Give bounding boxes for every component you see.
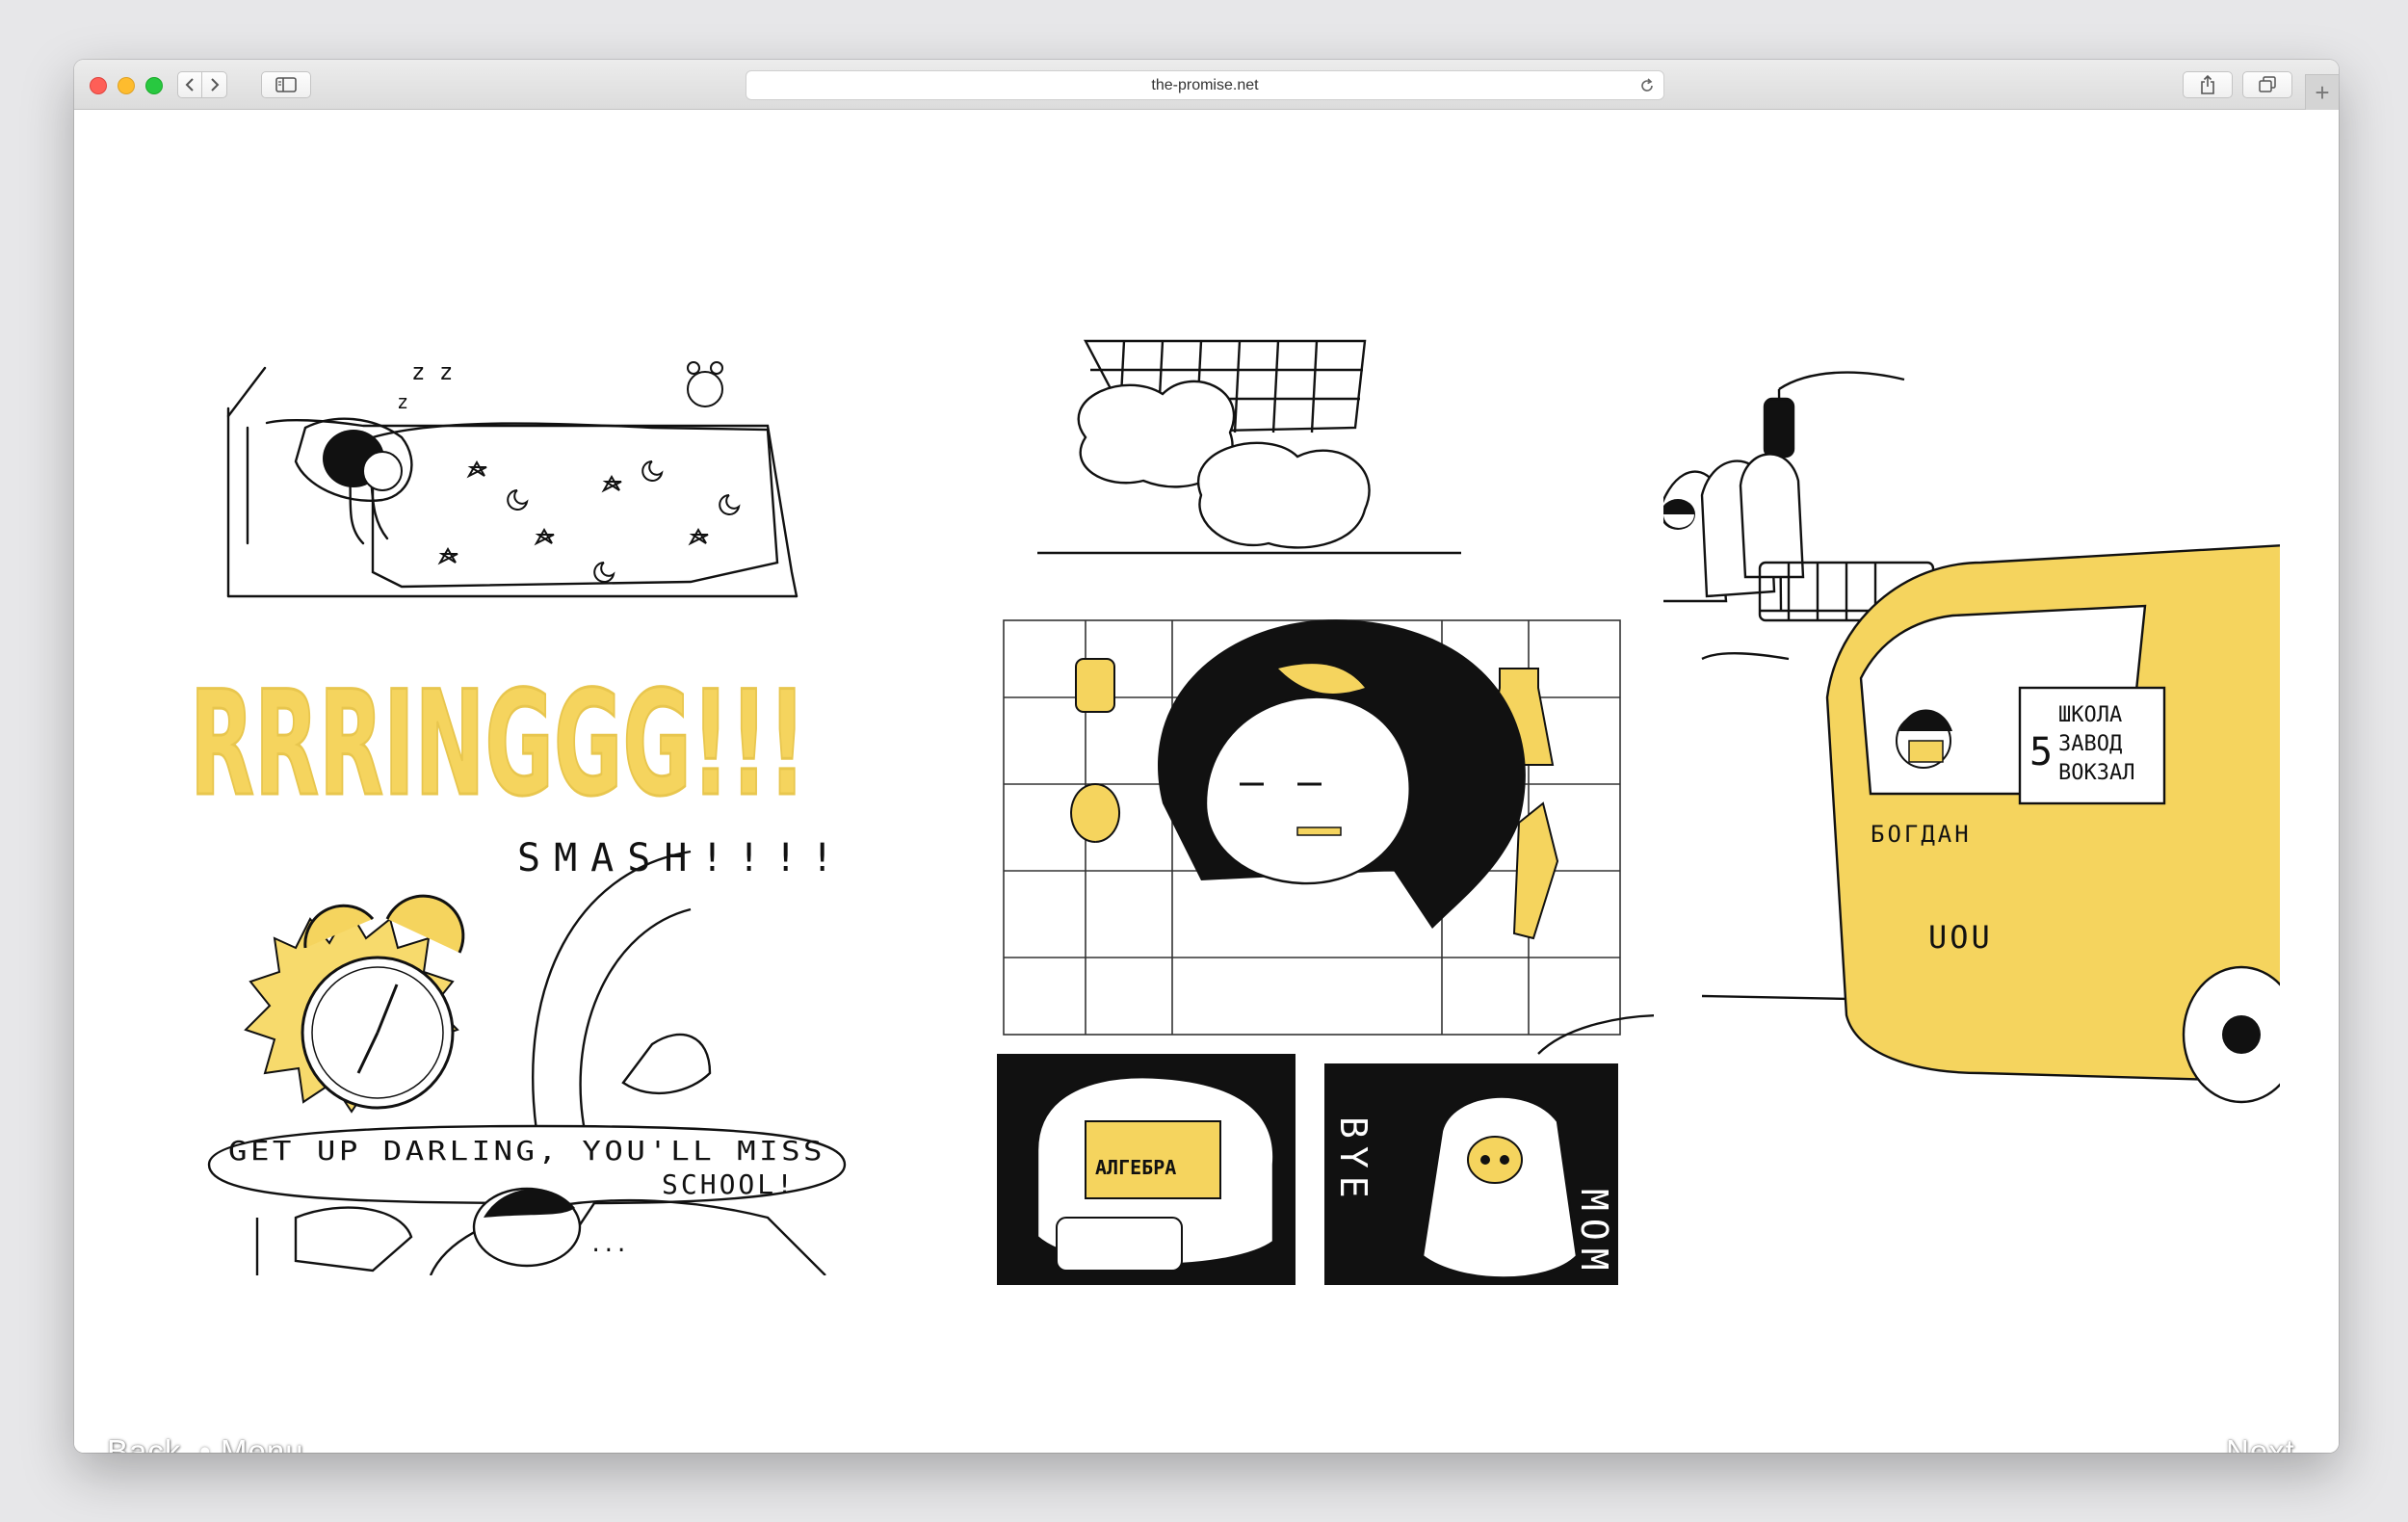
close-window-button[interactable] (90, 77, 107, 94)
comic-panel-wakeup: z z z RRRINGGG!!! SMASH!!!! GET UP DARLI (189, 358, 848, 1275)
blanket-pattern (437, 459, 741, 583)
show-tabs-button[interactable] (2242, 71, 2292, 98)
svg-text:z z: z z (411, 358, 453, 385)
forward-chevron-icon (210, 78, 219, 92)
share-button[interactable] (2183, 71, 2233, 98)
minimize-window-button[interactable] (118, 77, 135, 94)
nav-separator: • (199, 1433, 211, 1453)
reload-icon[interactable] (1638, 77, 1656, 94)
algebra-book-label: АЛГЕБРА (1095, 1156, 1176, 1179)
url-text: the-promise.net (1151, 77, 1259, 93)
comic-panel-morning: АЛГЕБРА BYE MOM! (997, 339, 1654, 1285)
sidebar-toggle-button[interactable] (261, 71, 311, 98)
browser-window: the-promise.net + z z z RRRINGGG!!! SMAS… (74, 60, 2339, 1453)
new-tab-button[interactable]: + (2305, 74, 2339, 110)
sidebar-icon (275, 77, 297, 92)
ringing-alarm-clock (244, 894, 465, 1114)
zoom-window-button[interactable] (145, 77, 163, 94)
back-link[interactable]: Back (107, 1433, 181, 1453)
route-line-2: ЗАВОД (2058, 732, 2122, 756)
next-link[interactable]: Next (2226, 1433, 2295, 1453)
address-bar[interactable]: the-promise.net (746, 70, 1664, 100)
backpack-handed (1421, 1095, 1579, 1279)
menu-link[interactable]: Menu (221, 1433, 304, 1453)
ellipsis-text: ... (589, 1233, 628, 1257)
route-line-1: ШКОЛА (2058, 703, 2122, 727)
share-icon (2201, 74, 2214, 94)
bus-name-text: БОГДАН (1871, 821, 1972, 848)
towel (1512, 801, 1559, 940)
mom-text: MOM! (1573, 1189, 1615, 1285)
soap-bar (1075, 658, 1115, 713)
tabs-icon (2259, 76, 2276, 92)
speech-line-2: SCHOOL! (662, 1168, 796, 1200)
bye-text-b: BYE (1332, 1116, 1374, 1206)
svg-text:z: z (397, 390, 408, 413)
browser-toolbar: the-promise.net + (74, 60, 2339, 110)
hairbrush (1070, 783, 1120, 843)
speech-line-1: GET UP DARLING, YOU'LL MISS (228, 1135, 825, 1167)
sound-effect-text: RRRINGGG!!! (190, 661, 806, 828)
route-number: 5 (2029, 730, 2053, 774)
bed-illustration (226, 366, 798, 598)
alarm-clock-small (687, 361, 723, 407)
comic-panel-bus: 5 ШКОЛА ЗАВОД ВОКЗАЛ БОГДАН UOU (1663, 371, 2280, 1104)
route-line-3: ВОКЗАЛ (2058, 761, 2134, 785)
back-chevron-icon (185, 78, 194, 92)
forward-nav-button[interactable] (201, 71, 227, 98)
back-nav-button[interactable] (177, 71, 202, 98)
smash-text: SMASH!!!! (517, 836, 848, 880)
page-content: z z z RRRINGGG!!! SMASH!!!! GET UP DARLI (74, 110, 2339, 1453)
license-plate: UOU (1928, 919, 1993, 956)
